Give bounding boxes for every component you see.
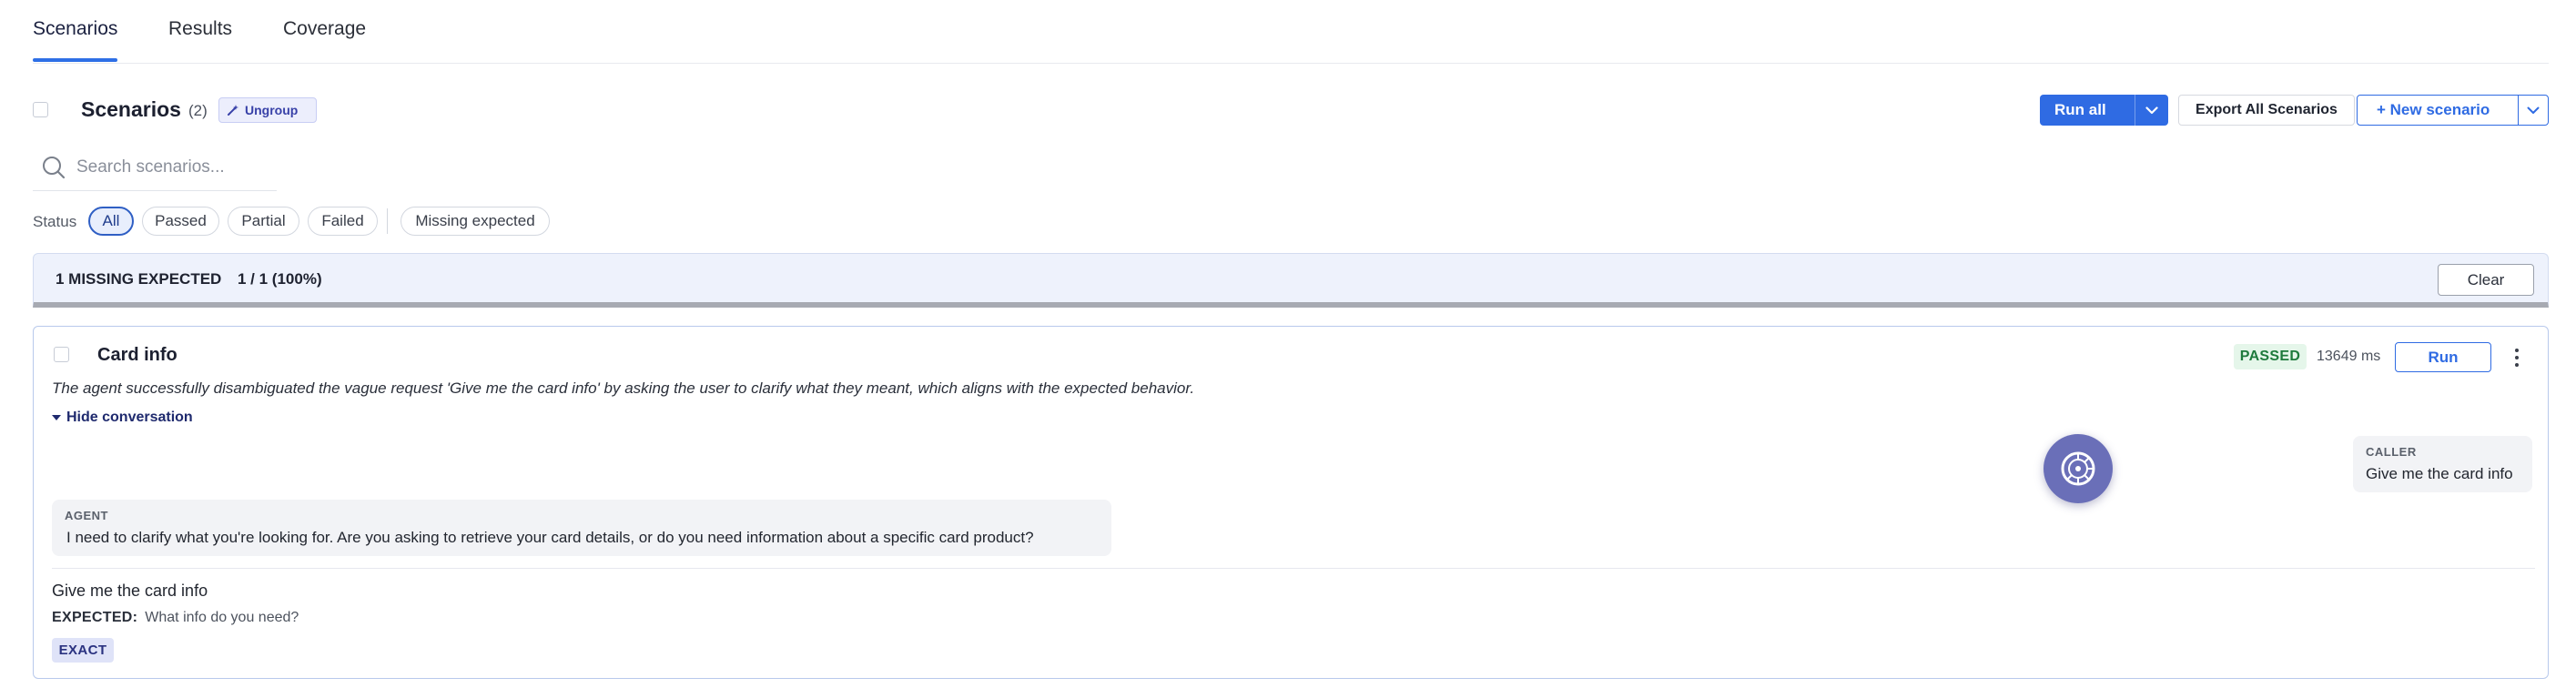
new-scenario-button[interactable]: + New scenario [2357, 95, 2549, 126]
caller-message: CALLER Give me the card info [2353, 436, 2532, 492]
expected-row: EXPECTED: What info do you need? [52, 610, 299, 626]
run-all-button[interactable]: Run all [2040, 95, 2168, 126]
more-options-icon[interactable] [2508, 345, 2526, 370]
chevron-down-icon [2527, 106, 2540, 114]
status-filter-label: Status [33, 213, 77, 230]
agent-role-label: AGENT [65, 509, 108, 522]
agent-logo-icon [2061, 451, 2095, 486]
clear-button[interactable]: Clear [2438, 264, 2534, 296]
agent-message: AGENT I need to clarify what you're look… [52, 500, 1111, 556]
scenario-title: Card info [97, 345, 177, 365]
tab-bar: Scenarios Results Coverage [33, 0, 2549, 64]
agent-avatar [2044, 434, 2113, 503]
expected-label: EXPECTED: [52, 610, 138, 625]
filter-chip-missing-expected[interactable]: Missing expected [401, 207, 550, 236]
hide-conversation-label: Hide conversation [66, 410, 193, 425]
banner-title: 1 MISSING EXPECTED [56, 270, 222, 288]
tab-coverage[interactable]: Coverage [283, 18, 366, 40]
search-bar [33, 149, 277, 191]
filter-chip-all[interactable]: All [88, 207, 134, 236]
tab-scenarios[interactable]: Scenarios [33, 18, 117, 40]
caller-message-text: Give me the card info [2366, 465, 2513, 482]
section-divider [52, 568, 2535, 569]
select-all-checkbox[interactable] [33, 102, 48, 117]
scenario-checkbox[interactable] [54, 347, 69, 362]
scenario-card: Card info PASSED 13649 ms Run The agent … [33, 326, 2549, 679]
missing-expected-banner: 1 MISSING EXPECTED 1 / 1 (100%) Clear [33, 253, 2549, 308]
run-all-label: Run all [2054, 101, 2106, 118]
caret-down-icon [52, 415, 61, 420]
new-scenario-dropdown[interactable] [2518, 96, 2548, 125]
page-title: Scenarios [81, 97, 181, 121]
filter-divider [387, 208, 388, 234]
scenario-input: Give me the card info [52, 582, 208, 600]
status-badge: PASSED [2234, 344, 2307, 369]
magic-wand-icon [228, 105, 238, 116]
search-input[interactable] [76, 155, 272, 180]
duration-text: 13649 ms [2317, 349, 2381, 364]
agent-message-text: I need to clarify what you're looking fo… [66, 529, 1034, 546]
run-all-dropdown[interactable] [2135, 95, 2168, 126]
match-type-badge: EXACT [52, 638, 114, 663]
scenario-count: (2) [188, 102, 208, 119]
caller-role-label: CALLER [2366, 445, 2417, 459]
chevron-down-icon [2145, 106, 2158, 114]
tab-results[interactable]: Results [168, 18, 232, 40]
filter-chip-failed[interactable]: Failed [308, 207, 378, 236]
run-scenario-button[interactable]: Run [2395, 342, 2491, 372]
filter-chip-partial[interactable]: Partial [228, 207, 299, 236]
active-tab-indicator [33, 58, 117, 62]
expected-value: What info do you need? [145, 610, 299, 625]
ungroup-label: Ungroup [245, 103, 299, 117]
new-scenario-label: + New scenario [2377, 101, 2490, 118]
search-icon [43, 157, 66, 179]
ungroup-button[interactable]: Ungroup [218, 97, 317, 123]
banner-stats: 1 / 1 (100%) [238, 270, 322, 288]
scenario-summary: The agent successfully disambiguated the… [52, 379, 1195, 397]
export-all-button[interactable]: Export All Scenarios [2178, 95, 2355, 126]
hide-conversation-toggle[interactable]: Hide conversation [52, 410, 193, 426]
filter-chip-passed[interactable]: Passed [142, 207, 219, 236]
